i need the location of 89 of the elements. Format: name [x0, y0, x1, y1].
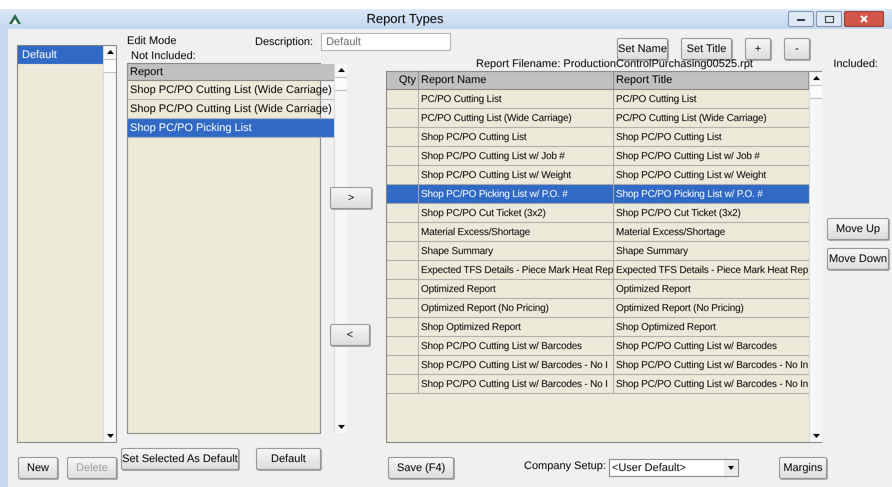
new-button[interactable]: New [18, 457, 58, 479]
included-label: Included: [833, 56, 878, 72]
scrollbar[interactable] [103, 46, 116, 442]
scrollbar[interactable] [809, 72, 822, 442]
profile-list[interactable]: Default [17, 45, 117, 443]
table-cell: Shop PC/PO Cutting List w/ Weight [419, 166, 614, 184]
table-cell: Optimized Report [419, 280, 614, 298]
report-row[interactable]: Shop PC/PO Cut Ticket (3x2) Shop PC/PO Cut Ticket (3x2) [387, 204, 809, 223]
report-row[interactable]: PC/PO Cutting List (Wide Carriage) PC/PO Cutting List (Wide Carriage) [387, 109, 809, 128]
report-row[interactable]: Shop PC/PO Picking List w/ P.O. # Shop PC/PO Picking List w/ P.O. # [387, 185, 809, 204]
maximize-icon [824, 16, 834, 22]
qty-cell [387, 185, 419, 203]
not-included-label: Not Included: [130, 49, 197, 63]
report-row[interactable]: Shop PC/PO Cutting List Shop PC/PO Cutting List [387, 128, 809, 147]
dropdown-value: <User Default> [610, 460, 687, 476]
add-button[interactable]: > [330, 187, 372, 209]
table-cell-text: Shop PC/PO Cutting List w/ Barcodes - No In [615, 378, 809, 392]
report-row[interactable]: Expected TFS Details - Piece Mark Heat Rep Expected TFS Details - Piece Mark Heat Rep [387, 261, 809, 280]
default-button[interactable]: Default [256, 448, 321, 470]
column-header: Report [128, 64, 334, 81]
table-cell: PC/PO Cutting List [419, 90, 614, 108]
table-cell: Shop PC/PO Cutting List [419, 128, 614, 146]
minus-button[interactable]: - [784, 38, 810, 60]
report-row[interactable]: Shop PC/PO Cutting List w/ Barcodes Shop PC/PO Cutting List w/ Barcodes [387, 337, 809, 356]
table-cell-text: Shop PC/PO Cutting List w/ Barcodes [615, 340, 778, 354]
report-row[interactable]: Optimized Report Optimized Report [387, 280, 809, 299]
description-label: Description: [255, 35, 314, 50]
company-setup-dropdown[interactable]: <User Default> [608, 459, 739, 477]
table-cell: Expected TFS Details - Piece Mark Heat Rep [419, 261, 614, 279]
app-logo-icon [8, 13, 22, 25]
table-cell-text: Shop PC/PO Cutting List w/ Job # [615, 150, 761, 164]
table-cell-text: Shop Optimized Report [615, 320, 717, 334]
report-list-item[interactable]: Shop PC/PO Cutting List (Wide Carriage) [128, 81, 334, 100]
report-row[interactable]: Shape Summary Shape Summary [387, 242, 809, 261]
table-cell: Shape Summary [419, 242, 614, 260]
report-list-item[interactable]: Shop PC/PO Picking List [128, 119, 334, 138]
table-cell: Shop Optimized Report [419, 318, 614, 336]
plus-button[interactable]: + [745, 38, 771, 60]
close-button[interactable] [844, 11, 884, 27]
report-row[interactable]: Shop Optimized Report Shop Optimized Report [387, 318, 809, 337]
table-cell-text: PC/PO Cutting List [615, 92, 698, 106]
scrollbar-thumb[interactable] [104, 59, 116, 73]
report-row[interactable]: Shop PC/PO Cutting List w/ Barcodes - No I Shop PC/PO Cutting List w/ Barcodes - No In [387, 356, 809, 375]
table-cell-text: Shop PC/PO Cut Ticket (3x2) [615, 206, 742, 220]
description-field[interactable]: Default [321, 33, 452, 51]
window-title: Report Types [366, 10, 444, 28]
table-cell-text: Expected TFS Details - Piece Mark Heat Rep [615, 264, 809, 278]
edit-mode-label: Edit Mode [127, 34, 178, 48]
report-row[interactable]: Shop PC/PO Cutting List w/ Job # Shop PC/PO Cutting List w/ Job # [387, 147, 809, 166]
maximize-button[interactable] [816, 11, 842, 27]
column-header: Qty [387, 72, 419, 89]
minimize-icon [797, 18, 805, 20]
close-icon [860, 15, 868, 23]
scrollbar-thumb[interactable] [810, 85, 822, 99]
table-cell: Shop PC/PO Cutting List w/ Barcodes [419, 337, 614, 355]
table-cell-text: Shape Summary [615, 244, 689, 258]
table-cell: Optimized Report (No Pricing) [419, 299, 614, 317]
table-cell-text: Material Excess/Shortage [615, 226, 726, 240]
table-cell-text: Shop PC/PO Cutting List w/ Weight [615, 168, 768, 182]
company-setup-label: Company Setup: [524, 459, 606, 474]
table-cell: Shop PC/PO Cutting List w/ Barcodes - No I [419, 375, 614, 393]
remove-button[interactable]: < [330, 324, 370, 346]
table-cell-text: Shop PC/PO Cutting List w/ Barcodes - No In [615, 358, 809, 372]
scrollbar-thumb[interactable] [334, 77, 347, 91]
column-header: Report Name [419, 72, 614, 89]
margins-button[interactable]: Margins [778, 457, 827, 479]
table-cell: Shop PC/PO Picking List w/ P.O. # [419, 185, 614, 203]
minimize-button[interactable] [788, 11, 814, 27]
move-up-button[interactable]: Move Up [827, 218, 889, 240]
report-row[interactable]: Material Excess/Shortage Material Excess/Shortage [387, 223, 809, 242]
table-cell: Material Excess/Shortage [419, 223, 614, 241]
save-button[interactable]: Save (F4) [388, 457, 454, 479]
set-name-button[interactable]: Set Name [617, 38, 668, 60]
table-cell-text: PC/PO Cutting List (Wide Carriage) [615, 112, 768, 126]
report-row[interactable]: Shop PC/PO Cutting List w/ Barcodes - No I Shop PC/PO Cutting List w/ Barcodes - No In [387, 375, 809, 394]
table-cell-text: Shop PC/PO Cutting List [615, 130, 723, 144]
table-cell: Shop PC/PO Picking List w/ P.O. # [614, 185, 809, 203]
set-default-button[interactable]: Set Selected As Default [121, 448, 239, 470]
move-down-button[interactable]: Move Down [827, 248, 889, 270]
table-cell-text: Optimized Report [615, 282, 692, 296]
table-cell: Shop PC/PO Cut Ticket (3x2) [419, 204, 614, 222]
set-title-button[interactable]: Set Title [681, 38, 732, 60]
table-cell: Shop PC/PO Cutting List w/ Barcodes - No I [419, 356, 614, 374]
table-cell: Shop PC/PO Cutting List w/ Job # [419, 147, 614, 165]
report-row[interactable]: PC/PO Cutting List PC/PO Cutting List [387, 90, 809, 109]
profile-item[interactable]: Default [18, 46, 103, 64]
table-cell-text: Optimized Report (No Pricing) [615, 302, 745, 316]
table-cell: PC/PO Cutting List (Wide Carriage) [419, 109, 614, 127]
report-row[interactable]: Optimized Report (No Pricing) Optimized Report (No Pricing) [387, 299, 809, 318]
